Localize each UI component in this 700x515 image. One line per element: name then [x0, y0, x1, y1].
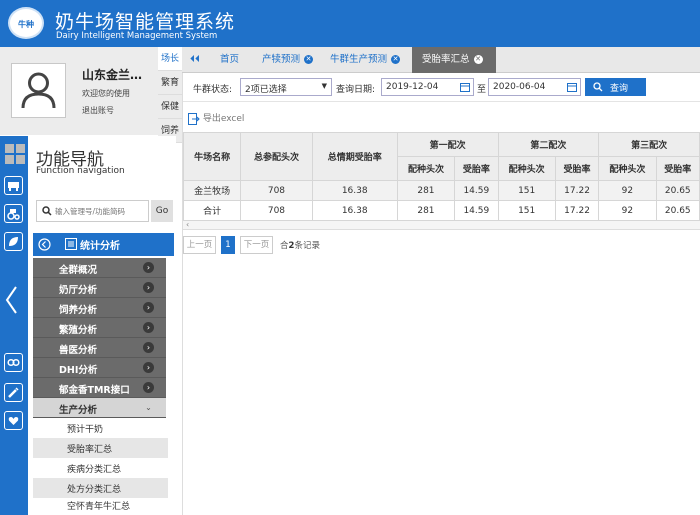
col-second-rate: 受胎率: [554, 156, 600, 181]
conception-table: 牛场名称 总参配头次 总情期受胎率 第一配次 第二配次 第三配次 配种头次 受胎…: [182, 132, 700, 221]
app-title: 奶牛场智能管理系统: [55, 11, 236, 33]
col-second: 第二配次: [497, 132, 600, 157]
col-third-bred: 配种头次: [598, 156, 657, 181]
menu-item-feeding[interactable]: 饲养分析 ›: [33, 298, 166, 318]
chevron-right-icon: ›: [143, 362, 154, 373]
export-excel-button[interactable]: 导出excel: [188, 111, 244, 125]
user-name: 山东金兰…: [82, 68, 143, 82]
next-page-button[interactable]: 下一页: [240, 236, 273, 254]
search-icon: [42, 206, 52, 216]
herd-status-select[interactable]: 2项已选择 ▼: [240, 78, 332, 96]
side-tab-breeding[interactable]: 繁育: [158, 71, 182, 95]
chevron-down-icon: ⌄: [145, 403, 152, 412]
cow-icon[interactable]: [4, 176, 23, 195]
avatar: [11, 63, 66, 118]
herd-status-label: 牛群状态:: [193, 85, 233, 95]
tab-home[interactable]: 首页: [220, 47, 239, 73]
syringe-icon[interactable]: [4, 383, 23, 402]
nav-search-box: [36, 200, 149, 222]
stat-section-label: 统计分析: [80, 241, 120, 252]
sub-item-conception[interactable]: 受胎率汇总: [33, 438, 168, 458]
chevron-right-icon: ›: [143, 322, 154, 333]
app-subtitle: Dairy Intelligent Management System: [56, 31, 218, 41]
export-icon: [188, 112, 200, 125]
page-1-button[interactable]: 1: [221, 236, 235, 254]
date-to-input[interactable]: 2020-06-04: [488, 78, 581, 96]
chevron-right-icon: ›: [143, 382, 154, 393]
caret-down-icon: ▼: [321, 82, 327, 90]
col-first: 第一配次: [396, 132, 499, 157]
link-icon[interactable]: [4, 353, 23, 372]
sub-item-disease[interactable]: 疾病分类汇总: [33, 458, 168, 478]
menu-item-vet[interactable]: 兽医分析 ›: [33, 338, 166, 358]
query-date-label: 查询日期:: [336, 85, 376, 95]
menu-item-dhi[interactable]: DHI分析 ›: [33, 358, 166, 378]
horizontal-scrollbar[interactable]: ‹: [183, 220, 700, 230]
total-records: 合2条记录: [280, 241, 320, 251]
user-icon: [21, 72, 56, 109]
chevron-right-icon: ›: [143, 262, 154, 273]
sub-item-dry-off[interactable]: 预计干奶: [33, 418, 168, 438]
col-second-bred: 配种头次: [497, 156, 556, 181]
menu-item-tmr[interactable]: 郁金香TMR接口 ›: [33, 378, 166, 398]
close-icon: ✕: [391, 55, 401, 64]
chevron-right-icon: ›: [143, 342, 154, 353]
leaf-icon[interactable]: [4, 232, 23, 251]
app-logo: 牛种: [8, 7, 44, 39]
search-icon: [593, 82, 603, 92]
tab-scroll-left-icon[interactable]: ⏴⏴: [190, 47, 206, 73]
nav-search-input[interactable]: [55, 205, 147, 218]
side-tab-health[interactable]: 保健: [158, 95, 182, 119]
menu-item-overview[interactable]: 全群概况 ›: [33, 258, 166, 278]
col-third: 第三配次: [598, 132, 700, 157]
prev-page-button[interactable]: 上一页: [183, 236, 216, 254]
tractor-icon[interactable]: [4, 204, 23, 223]
heart-hand-icon[interactable]: [4, 411, 23, 430]
col-first-bred: 配种头次: [396, 156, 456, 181]
go-button[interactable]: Go: [151, 200, 173, 222]
menu-item-production[interactable]: 生产分析 ⌄: [33, 398, 166, 418]
tab-production-forecast[interactable]: 牛群生产预测 ✕: [330, 47, 401, 73]
menu-item-milking[interactable]: 奶厅分析 ›: [33, 278, 166, 298]
table-row[interactable]: 合计 708 16.38 281 14.59 151 17.22 92 20.65: [182, 200, 700, 221]
col-third-rate: 受胎率: [655, 156, 700, 181]
table-row[interactable]: 金兰牧场 708 16.38 281 14.59 151 17.22 92 20.65: [182, 180, 700, 201]
chevron-right-icon: ›: [143, 302, 154, 313]
welcome-text: 欢迎您的使用: [82, 89, 130, 98]
date-from-input[interactable]: 2019-12-04: [381, 78, 474, 96]
tab-calving-forecast[interactable]: 产犊预测 ✕: [262, 47, 314, 73]
sub-item-open-heifer[interactable]: 空怀青年牛汇总: [33, 495, 168, 515]
tab-conception-summary-label: 受胎率汇总 ✕: [422, 54, 483, 65]
chevron-right-icon: ›: [143, 282, 154, 293]
back-circle-icon[interactable]: [38, 238, 51, 251]
scroll-left-icon: ‹: [186, 220, 190, 229]
calendar-icon: [460, 83, 470, 92]
close-icon: ✕: [473, 55, 483, 64]
col-farm: 牛场名称: [182, 132, 242, 181]
nav-subtitle: Function navigation: [36, 166, 125, 176]
col-first-rate: 受胎率: [454, 156, 499, 181]
to-label: 至: [477, 85, 487, 95]
logout-link[interactable]: 退出账号: [82, 105, 114, 116]
filter-divider: [183, 101, 700, 102]
collapse-arrow-icon[interactable]: [4, 285, 20, 315]
list-icon: [65, 238, 77, 250]
close-icon: ✕: [304, 55, 314, 64]
col-total-rate: 总情期受胎率: [311, 132, 398, 181]
grid-icon: [4, 143, 26, 165]
logo-text: 牛种: [18, 20, 34, 29]
side-tab-manager[interactable]: 场长: [158, 47, 182, 71]
menu-item-breeding[interactable]: 繁殖分析 ›: [33, 318, 166, 338]
search-button[interactable]: 查询: [585, 78, 646, 96]
calendar-icon: [567, 83, 577, 92]
col-total-bred: 总参配头次: [240, 132, 313, 181]
